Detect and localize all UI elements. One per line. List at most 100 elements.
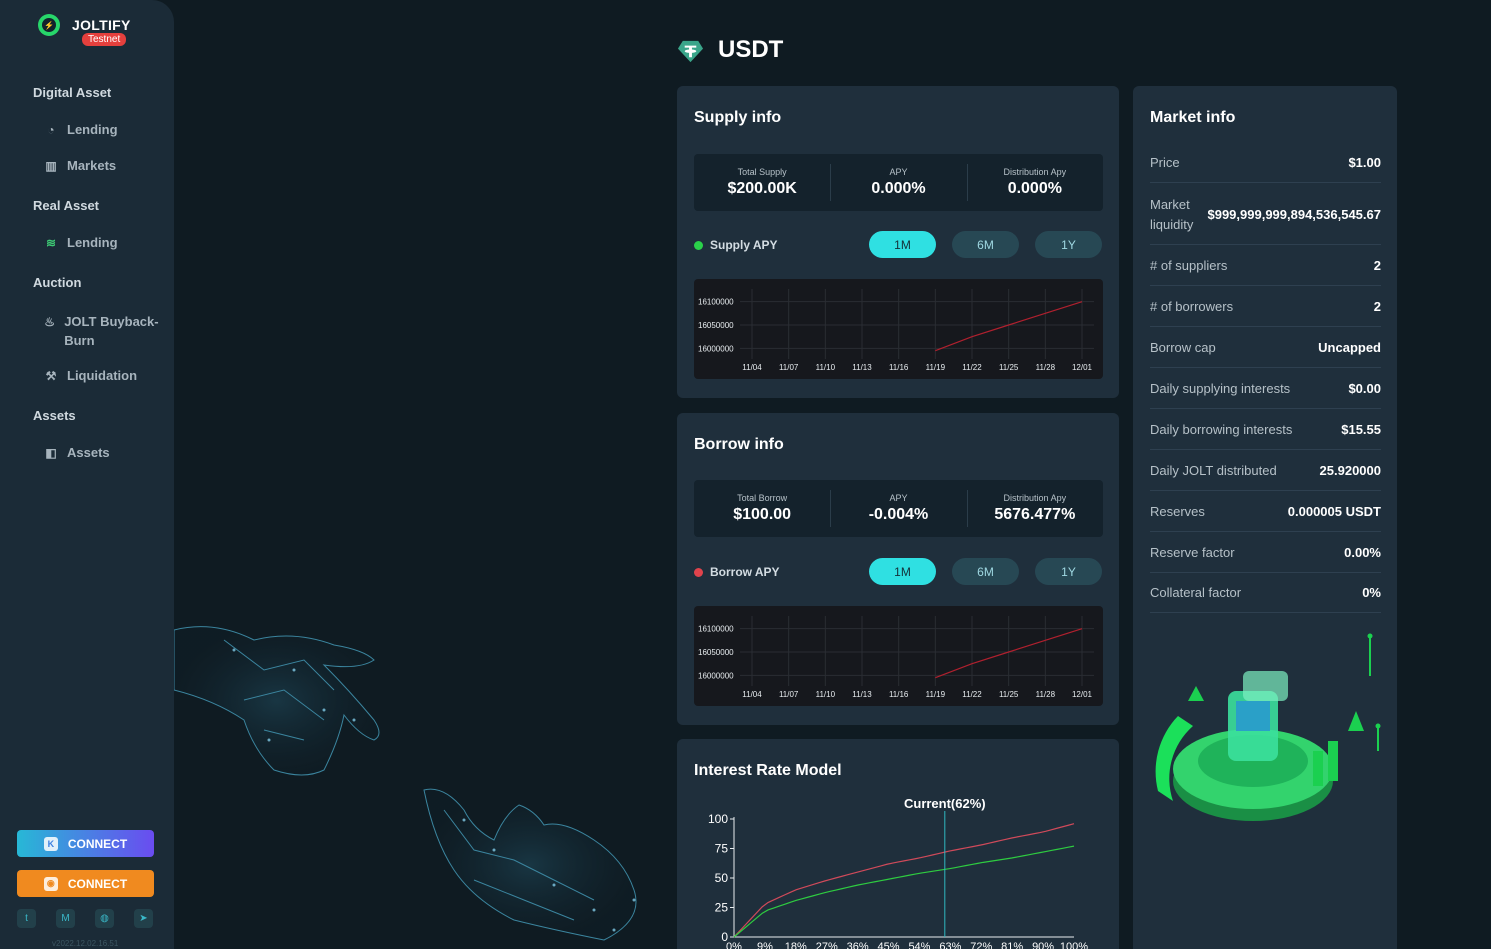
x-tick-label: 11/07 bbox=[779, 363, 799, 372]
market-row: Daily borrowing interests $15.55 bbox=[1150, 409, 1381, 450]
y-tick-label: 16100000 bbox=[698, 625, 734, 634]
stat-label: APY bbox=[889, 493, 908, 503]
medium-icon[interactable]: M bbox=[56, 909, 75, 928]
market-row-label: Daily supplying interests bbox=[1150, 380, 1291, 396]
stat-value: 5676.477% bbox=[994, 506, 1076, 523]
borrow-range-selector: 1M 6M 1Y bbox=[869, 558, 1102, 585]
connect-keplr-label: CONNECT bbox=[67, 836, 128, 851]
supply-range-selector: 1M 6M 1Y bbox=[869, 231, 1102, 258]
range-1y-button[interactable]: 1Y bbox=[1035, 231, 1102, 258]
supply-apy-legend: Supply APY bbox=[694, 238, 778, 252]
market-row-label: # of borrowers bbox=[1150, 298, 1234, 314]
market-row: Daily supplying interests $0.00 bbox=[1150, 368, 1381, 409]
sidebar-item-digital-lending[interactable]: ◔ Lending bbox=[44, 122, 118, 137]
x-tick-label: 0% bbox=[726, 941, 742, 949]
sidebar-item-label: Lending bbox=[67, 235, 118, 250]
series-line bbox=[733, 845, 1075, 938]
nav-section-auction: Auction bbox=[33, 275, 82, 290]
pie-chart-icon: ◔ bbox=[47, 123, 55, 137]
robot-hands-illustration bbox=[174, 626, 637, 941]
x-tick-label: 11/10 bbox=[816, 690, 836, 699]
app-name: JOLTIFY bbox=[72, 17, 131, 33]
sidebar-item-real-lending[interactable]: ≋ Lending bbox=[44, 235, 118, 250]
y-tick-label: 16100000 bbox=[698, 298, 734, 307]
market-row: Market liquidity $999,999,999,894,536,545… bbox=[1150, 185, 1381, 245]
total-supply-stat: Total Supply $200.00K bbox=[694, 154, 830, 211]
range-1m-button[interactable]: 1M bbox=[869, 231, 936, 258]
range-6m-button[interactable]: 6M bbox=[952, 558, 1019, 585]
joltify-logo-icon: ⚡ bbox=[38, 14, 60, 36]
borrow-info-title: Borrow info bbox=[694, 436, 784, 453]
x-tick-label: 11/16 bbox=[889, 363, 909, 372]
sidebar-item-buyback-burn[interactable]: ♨ JOLT Buyback-Burn bbox=[44, 312, 164, 350]
range-1y-button[interactable]: 1Y bbox=[1035, 558, 1102, 585]
logo[interactable]: ⚡ JOLTIFY Testnet bbox=[38, 14, 148, 54]
social-links: t M ◍ ➤ bbox=[17, 909, 153, 928]
x-tick-label: 36% bbox=[847, 941, 869, 949]
market-row-value: Uncapped bbox=[1318, 339, 1381, 355]
nav-section-digital-asset: Digital Asset bbox=[33, 85, 112, 100]
range-6m-button[interactable]: 6M bbox=[952, 231, 1019, 258]
stat-value: 0.000% bbox=[871, 180, 926, 197]
supply-apy-stat: APY 0.000% bbox=[830, 154, 966, 211]
supply-apy-chart: 16100000 16050000 16000000 11/04 11/07 11/10 1… bbox=[694, 279, 1103, 379]
market-row-value: $15.55 bbox=[1341, 421, 1381, 437]
sidebar-item-label: JOLT Buyback-Burn bbox=[64, 314, 159, 348]
y-tick-label: 25 bbox=[715, 901, 729, 915]
market-row-value: 0.000005 USDT bbox=[1287, 503, 1381, 519]
interest-rate-model-chart: 10075502500% 9% 18% 27% 36% 45% 54% 63% 72% 81% 90… bbox=[708, 799, 1088, 949]
borrow-info-card: Borrow info Total Borrow $100.00 APY -0.… bbox=[677, 413, 1119, 725]
market-row: Reserve factor 0.00% bbox=[1150, 532, 1381, 573]
sidebar: ⚡ JOLTIFY Testnet Digital Asset ◔ Lendin… bbox=[0, 0, 174, 949]
x-tick-label: 11/19 bbox=[926, 690, 946, 699]
sidebar-item-label: Lending bbox=[67, 122, 118, 137]
stat-value: 0.000% bbox=[1007, 180, 1062, 197]
discord-icon[interactable]: ◍ bbox=[95, 909, 114, 928]
asset-header: USDT bbox=[677, 36, 783, 64]
connect-keplr-button[interactable]: K CONNECT bbox=[17, 830, 154, 857]
twitter-icon[interactable]: t bbox=[17, 909, 36, 928]
market-info-card: Market info Price $1.00 Market liquidity $9… bbox=[1133, 86, 1397, 949]
sidebar-item-liquidation[interactable]: ⚒ Liquidation bbox=[44, 368, 137, 383]
market-row: # of suppliers 2 bbox=[1150, 245, 1381, 286]
x-tick-label: 11/22 bbox=[962, 690, 982, 699]
x-tick-label: 11/25 bbox=[999, 363, 1019, 372]
x-tick-label: 11/04 bbox=[742, 363, 762, 372]
x-tick-label: 11/07 bbox=[779, 690, 799, 699]
flame-icon: ♨ bbox=[44, 314, 55, 329]
testnet-badge: Testnet bbox=[82, 33, 127, 46]
x-tick-label: 72% bbox=[970, 941, 992, 949]
x-tick-label: 90% bbox=[1032, 941, 1054, 949]
market-row: Daily JOLT distributed 25.920000 bbox=[1150, 450, 1381, 491]
y-tick-label: 50 bbox=[715, 871, 729, 885]
stat-label: Total Supply bbox=[737, 167, 787, 177]
sidebar-item-markets[interactable]: ▥ Markets bbox=[44, 158, 116, 173]
y-tick-label: 16050000 bbox=[698, 321, 734, 330]
stat-value: $100.00 bbox=[733, 506, 792, 523]
legend-dot bbox=[694, 240, 703, 250]
x-tick-label: 11/22 bbox=[962, 363, 982, 372]
market-info-title: Market info bbox=[1150, 109, 1236, 126]
supply-stats: Total Supply $200.00K APY 0.000% Distrib… bbox=[694, 154, 1103, 211]
sidebar-item-assets[interactable]: ◧ Assets bbox=[44, 445, 110, 460]
stat-label: Distribution Apy bbox=[1003, 167, 1067, 177]
market-row: # of borrowers 2 bbox=[1150, 286, 1381, 327]
sidebar-item-label: Assets bbox=[67, 445, 110, 460]
borrow-distribution-apy-stat: Distribution Apy 5676.477% bbox=[966, 480, 1103, 537]
market-row-value: 0% bbox=[1362, 584, 1381, 600]
range-1m-button[interactable]: 1M bbox=[869, 558, 936, 585]
borrow-apy-legend: Borrow APY bbox=[694, 565, 780, 579]
market-row-label: Price bbox=[1150, 155, 1180, 170]
interest-rate-model-card: Interest Rate Model 100 75 50 25 0 0% 9% 18% 27%… bbox=[677, 739, 1119, 949]
telegram-icon[interactable]: ➤ bbox=[134, 909, 153, 928]
market-row-label: Daily JOLT distributed bbox=[1150, 462, 1277, 478]
market-row-value: 25.920000 bbox=[1319, 462, 1381, 478]
legend-label: Borrow APY bbox=[710, 565, 780, 579]
x-tick-label: 100% bbox=[1060, 941, 1088, 949]
connect-metamask-button[interactable]: ◉ CONNECT bbox=[17, 870, 154, 897]
app-version: v2022.12.02.16.51 bbox=[52, 939, 119, 948]
x-tick-label: 11/19 bbox=[926, 363, 946, 372]
market-row: Reserves 0.000005 USDT bbox=[1150, 491, 1381, 532]
x-tick-label: 81% bbox=[1001, 941, 1023, 949]
stat-label: APY bbox=[889, 167, 908, 177]
